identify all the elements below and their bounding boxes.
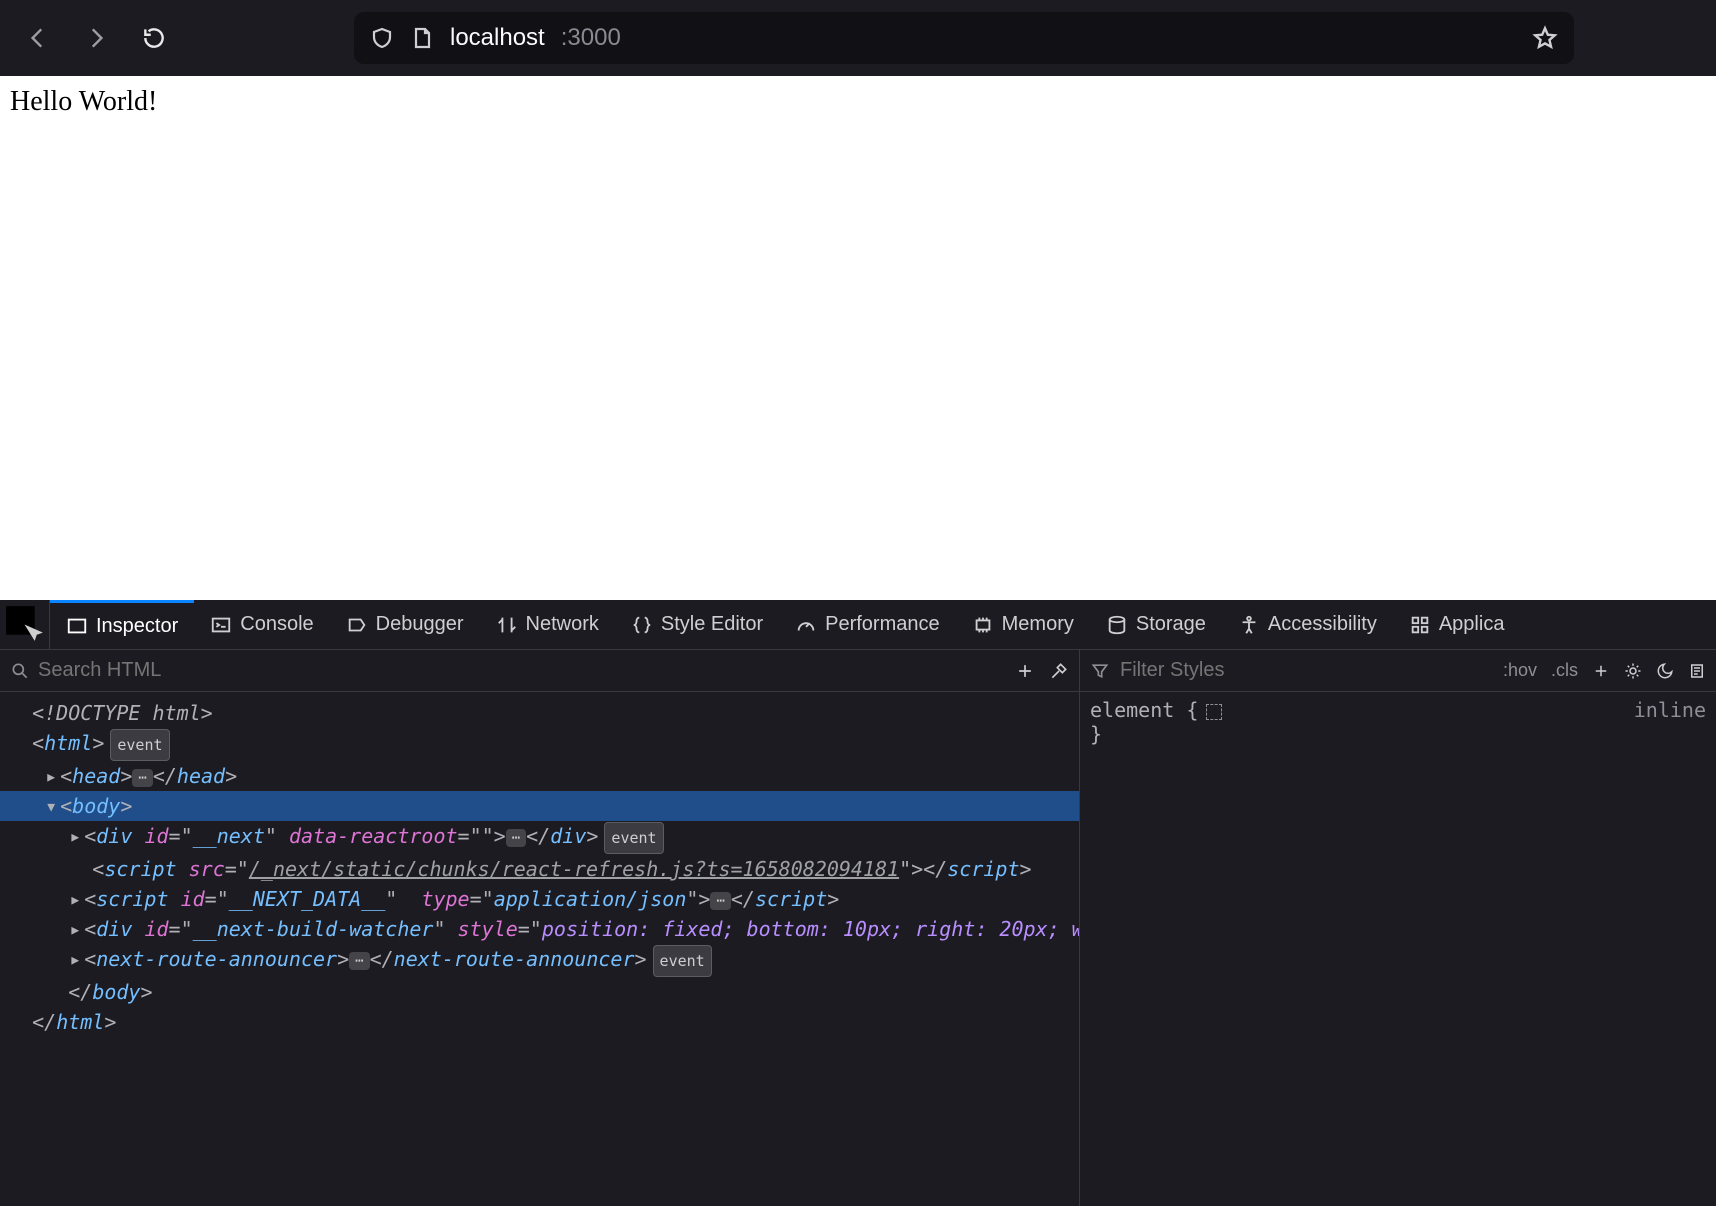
tab-label: Inspector (96, 615, 178, 638)
forward-button[interactable] (78, 20, 114, 56)
dom-line-doctype[interactable]: <!DOCTYPE html> (0, 698, 1079, 728)
reload-icon (141, 25, 167, 51)
dom-line-build-watcher[interactable]: ▸<div id="__next-build-watcher" style="p… (0, 914, 1079, 944)
page-icon (410, 26, 434, 50)
shield-icon (370, 26, 394, 50)
rule-close: } (1090, 722, 1706, 746)
tab-label: Memory (1002, 613, 1074, 636)
debugger-icon (346, 614, 368, 636)
styles-pane: :hov .cls inline element { } (1080, 650, 1716, 1206)
hov-toggle[interactable]: :hov (1503, 660, 1537, 681)
search-icon (10, 661, 30, 681)
dom-line-body-close[interactable]: </body> (0, 977, 1079, 1007)
dark-mode-icon[interactable] (1656, 662, 1674, 680)
tab-label: Performance (825, 613, 940, 636)
reload-button[interactable] (136, 20, 172, 56)
eyedropper-icon[interactable] (1049, 661, 1069, 681)
rule-source: inline (1634, 698, 1706, 722)
page-text: Hello World! (10, 86, 157, 117)
picker-icon (0, 600, 49, 649)
tab-inspector[interactable]: Inspector (50, 600, 194, 649)
styles-toolbar: :hov .cls (1080, 650, 1716, 692)
back-button[interactable] (20, 20, 56, 56)
cls-toggle[interactable]: .cls (1551, 660, 1578, 681)
dom-search-input[interactable] (38, 659, 1007, 682)
add-rule-icon[interactable] (1592, 662, 1610, 680)
filter-icon (1090, 661, 1110, 681)
network-icon (496, 614, 518, 636)
tab-memory[interactable]: Memory (956, 600, 1090, 649)
tab-label: Debugger (376, 613, 464, 636)
devtools-panel: Inspector Console Debugger Network Style… (0, 600, 1716, 1206)
flex-highlight-icon[interactable] (1206, 704, 1222, 720)
tab-storage[interactable]: Storage (1090, 600, 1222, 649)
url-bar[interactable]: localhost :3000 (354, 12, 1574, 64)
dom-line-div-next[interactable]: ▸<div id="__next" data-reactroot="">⋯</d… (0, 821, 1079, 854)
tab-network[interactable]: Network (480, 600, 615, 649)
tab-application[interactable]: Applica (1393, 600, 1521, 649)
tab-style-editor[interactable]: Style Editor (615, 600, 779, 649)
url-host: localhost (450, 24, 545, 52)
dom-line-script-nextdata[interactable]: ▸<script id="__NEXT_DATA__" type="applic… (0, 884, 1079, 914)
console-icon (210, 614, 232, 636)
devtools-tabstrip: Inspector Console Debugger Network Style… (0, 600, 1716, 650)
dom-line-script-refresh[interactable]: <script src="/_next/static/chunks/react-… (0, 854, 1079, 884)
arrow-left-icon (25, 25, 51, 51)
element-picker-button[interactable] (0, 600, 50, 649)
tab-label: Network (526, 613, 599, 636)
dom-line-body[interactable]: ▾<body> (0, 791, 1079, 821)
dom-tree[interactable]: <!DOCTYPE html> <html>event ▸<head>⋯</he… (0, 692, 1079, 1206)
performance-icon (795, 614, 817, 636)
styles-filter-input[interactable] (1120, 659, 1493, 682)
url-port: :3000 (561, 24, 621, 52)
tab-label: Storage (1136, 613, 1206, 636)
arrow-right-icon (83, 25, 109, 51)
accessibility-icon (1238, 614, 1260, 636)
print-media-icon[interactable] (1688, 662, 1706, 680)
tab-console[interactable]: Console (194, 600, 329, 649)
style-editor-icon (631, 614, 653, 636)
storage-icon (1106, 614, 1128, 636)
dom-pane: <!DOCTYPE html> <html>event ▸<head>⋯</he… (0, 650, 1080, 1206)
tab-label: Style Editor (661, 613, 763, 636)
dom-line-announcer[interactable]: ▸<next-route-announcer>⋯</next-route-ann… (0, 944, 1079, 977)
light-mode-icon[interactable] (1624, 662, 1642, 680)
dom-line-head[interactable]: ▸<head>⋯</head> (0, 761, 1079, 791)
bookmark-star-icon[interactable] (1532, 25, 1558, 51)
tab-performance[interactable]: Performance (779, 600, 956, 649)
styles-rules[interactable]: inline element { } (1080, 692, 1716, 1206)
tab-label: Applica (1439, 613, 1505, 636)
browser-toolbar: localhost :3000 (0, 0, 1716, 76)
dom-search-bar (0, 650, 1079, 692)
page-viewport[interactable]: Hello World! (0, 76, 1716, 600)
tab-label: Console (240, 613, 313, 636)
inspector-icon (66, 615, 88, 637)
memory-icon (972, 614, 994, 636)
tab-accessibility[interactable]: Accessibility (1222, 600, 1393, 649)
tab-label: Accessibility (1268, 613, 1377, 636)
application-icon (1409, 614, 1431, 636)
rule-selector: element { (1090, 698, 1706, 722)
add-node-icon[interactable] (1015, 661, 1035, 681)
dom-line-html-open[interactable]: <html>event (0, 728, 1079, 761)
dom-line-html-close[interactable]: </html> (0, 1007, 1079, 1037)
tab-debugger[interactable]: Debugger (330, 600, 480, 649)
